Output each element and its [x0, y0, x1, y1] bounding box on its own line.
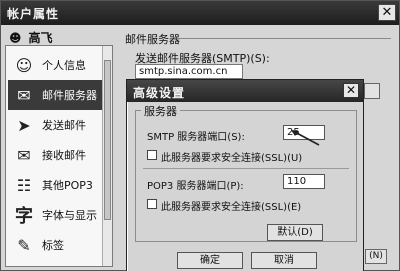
pointer-arrow-icon [291, 130, 320, 146]
font-icon: 字 [15, 206, 33, 227]
category-sidebar: ☺ 个人信息 ✉ 邮件服务器 ➤ 发送邮件 ✉ 接收邮件 ☷ 其他POP3 字 … [5, 45, 113, 267]
sidebar-item-label: 邮件服务器 [42, 89, 97, 102]
sidebar-item-label: 其他POP3 [42, 179, 93, 192]
sidebar-scrollbar[interactable] [102, 46, 112, 266]
default-button[interactable]: 默认(D) [267, 224, 323, 241]
advanced-settings-dialog: 高级设置 ✕ 服务器 SMTP 服务器端口(S): 25 此服务器要求安全连接(… [126, 79, 364, 271]
smtp-ssl-checkbox[interactable] [147, 150, 157, 160]
section-divider [143, 168, 349, 169]
server-group-label: 服务器 [141, 103, 180, 119]
send-mail-icon: ➤ [17, 115, 31, 135]
sidebar-item-font-display[interactable]: 字 字体与显示 [8, 200, 102, 230]
smtp-ssl-label: 此服务器要求安全连接(SSL)(U) [161, 153, 303, 164]
footer-button[interactable]: (N) [365, 249, 387, 264]
dialog-title: 高级设置 [133, 86, 186, 100]
scrollbar-thumb[interactable] [104, 60, 111, 220]
cancel-button[interactable]: 取消 [251, 252, 317, 269]
close-icon[interactable]: ✕ [378, 4, 396, 21]
sidebar-item-tags[interactable]: ✎ 标签 [8, 230, 102, 260]
sidebar-item-receive-mail[interactable]: ✉ 接收邮件 [8, 140, 102, 170]
pop3-ssl-label: 此服务器要求安全连接(SSL)(E) [161, 202, 302, 213]
dialog-title-bar: 高级设置 ✕ [127, 80, 363, 102]
pop3-ssl-checkbox[interactable] [147, 199, 157, 209]
pop3-port-input[interactable]: 110 [283, 174, 325, 189]
sidebar-item-label: 标签 [42, 239, 64, 252]
close-icon[interactable]: ✕ [343, 83, 359, 98]
sidebar-item-label: 字体与显示 [42, 209, 97, 222]
title-bar: 帐户属性 ✕ [1, 1, 399, 25]
user-icon: ☻ [9, 31, 22, 45]
sidebar-item-personal-info[interactable]: ☺ 个人信息 [8, 50, 102, 80]
account-properties-window: 帐户属性 ✕ ☻ 高飞 ☺ 个人信息 ✉ 邮件服务器 ➤ 发送邮件 ✉ 接收邮件… [0, 0, 400, 271]
smtp-port-label: SMTP 服务器端口(S): [147, 132, 245, 143]
pop3-port-label: POP3 服务器端口(P): [147, 181, 244, 192]
account-user: ☻ 高飞 [9, 29, 53, 45]
person-card-icon: ☺ [15, 55, 33, 75]
sidebar-item-send-mail[interactable]: ➤ 发送邮件 [8, 110, 102, 140]
mail-server-icon: ✉ [17, 85, 31, 105]
receive-mail-icon: ✉ [17, 145, 31, 165]
sidebar-item-label: 个人信息 [42, 59, 86, 72]
sidebar-item-other-pop3[interactable]: ☷ 其他POP3 [8, 170, 102, 200]
window-title: 帐户属性 [7, 7, 60, 21]
smtp-server-input[interactable]: smtp.sina.com.cn [135, 64, 243, 79]
group-divider [177, 38, 391, 39]
sidebar-item-label: 接收邮件 [42, 149, 86, 162]
sidebar-item-mail-server[interactable]: ✉ 邮件服务器 [8, 80, 102, 110]
more-button[interactable] [364, 83, 380, 99]
mail-server-group-label: 邮件服务器 [125, 33, 180, 46]
user-name: 高飞 [28, 31, 53, 45]
ok-button[interactable]: 确定 [177, 252, 243, 269]
sidebar-item-label: 发送邮件 [42, 119, 86, 132]
tag-icon: ✎ [17, 235, 31, 255]
pop3-icon: ☷ [16, 175, 32, 195]
